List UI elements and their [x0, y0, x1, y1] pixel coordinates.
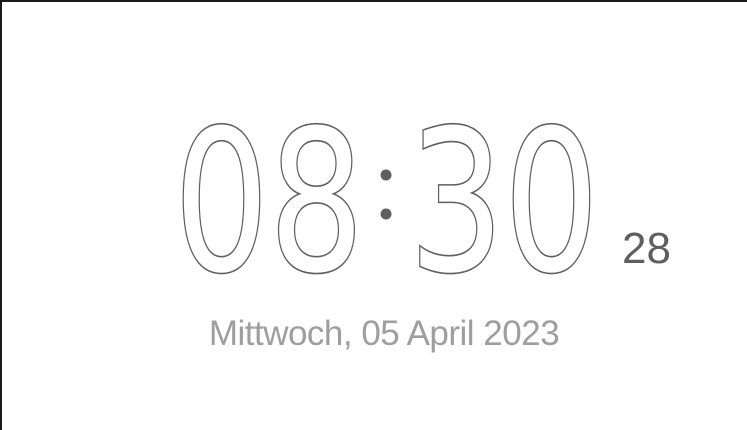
separator-dot-top — [380, 169, 392, 181]
minutes-display: 30 — [409, 89, 599, 317]
hours-display: 08 — [174, 89, 364, 317]
date-display: Mittwoch, 05 April 2023 — [209, 314, 559, 353]
time-separator — [380, 169, 392, 220]
clock-display: 08 30 28 Mittwoch, 05 April 2023 — [172, 87, 671, 353]
seconds-display: 28 — [622, 224, 671, 273]
separator-dot-bottom — [380, 208, 392, 220]
digital-clock: 08 30 28 Mittwoch, 05 April 2023 — [2, 2, 747, 430]
clock-screen: 08 30 28 Mittwoch, 05 April 2023 — [0, 0, 747, 430]
